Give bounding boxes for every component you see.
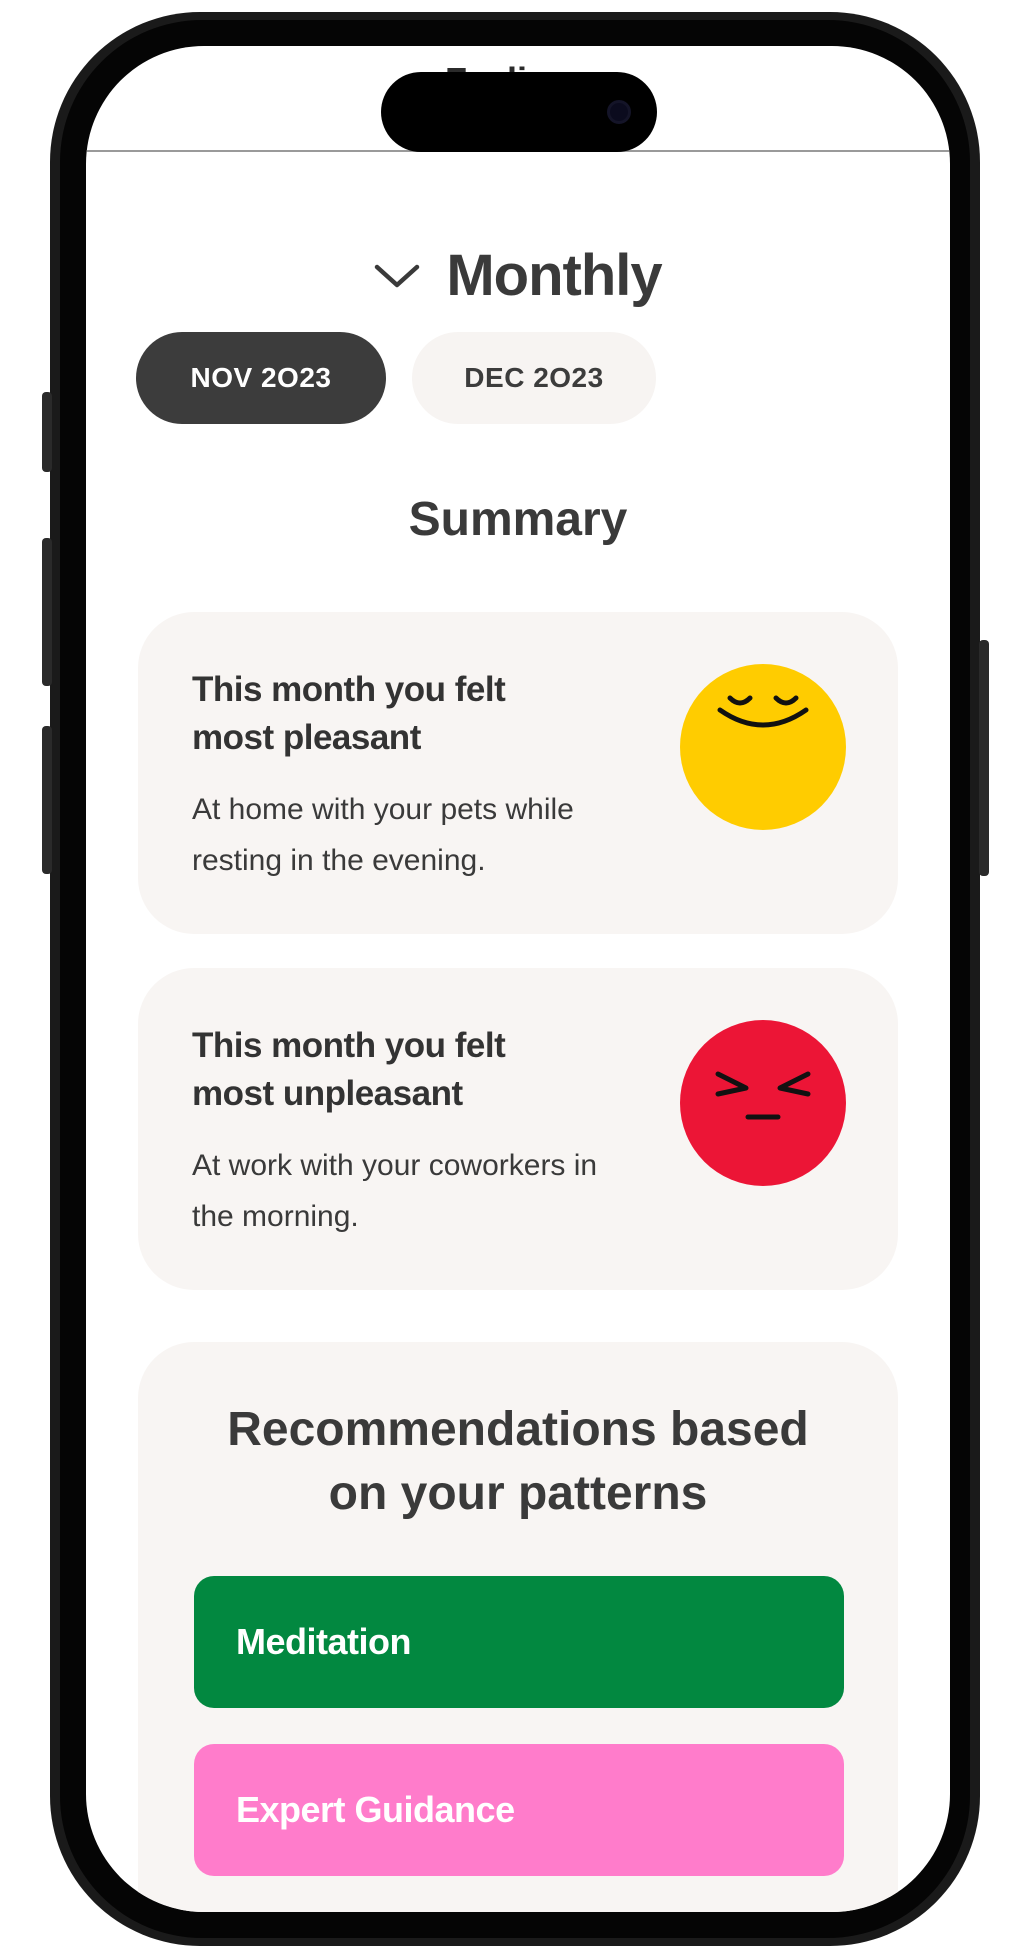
unpleasant-description: At work with your coworkers in the morni… bbox=[192, 1149, 598, 1233]
power-button bbox=[979, 640, 989, 876]
period-selector[interactable]: Monthly bbox=[86, 242, 950, 309]
month-tabs: NOV 2O23 DEC 2O23 bbox=[136, 332, 656, 424]
pleasant-description: At home with your pets while resting in … bbox=[192, 793, 574, 877]
summary-heading: Summary bbox=[408, 493, 628, 546]
silent-switch bbox=[42, 392, 52, 472]
tab-nov-2023[interactable]: NOV 2O23 bbox=[136, 332, 386, 424]
pleasant-summary-card[interactable]: This month you felt most pleasant At hom… bbox=[138, 612, 898, 934]
volume-down-button bbox=[42, 726, 52, 874]
pleasant-heading: This month you felt most pleasant bbox=[192, 670, 506, 757]
unpleasant-summary-card[interactable]: This month you felt most unpleasant At w… bbox=[138, 968, 898, 1290]
content-face-icon bbox=[680, 664, 846, 830]
dynamic-island bbox=[381, 72, 657, 152]
camera-icon bbox=[607, 100, 631, 124]
app-screen: Feelings Monthly NOV 2O23 DEC 2O23 Summa… bbox=[86, 46, 950, 1912]
meditation-button[interactable]: Meditation bbox=[194, 1576, 844, 1708]
tab-dec-2023[interactable]: DEC 2O23 bbox=[412, 332, 656, 424]
chevron-down-icon[interactable] bbox=[374, 261, 420, 291]
unpleasant-heading: This month you felt most unpleasant bbox=[192, 1026, 506, 1113]
volume-up-button bbox=[42, 538, 52, 686]
recommendations-heading: Recommendations based on your patterns bbox=[227, 1403, 809, 1520]
recommendations-card: Recommendations based on your patterns M… bbox=[138, 1342, 898, 1912]
expert-guidance-button[interactable]: Expert Guidance bbox=[194, 1744, 844, 1876]
period-label: Monthly bbox=[446, 243, 662, 308]
frustrated-face-icon bbox=[680, 1020, 846, 1186]
